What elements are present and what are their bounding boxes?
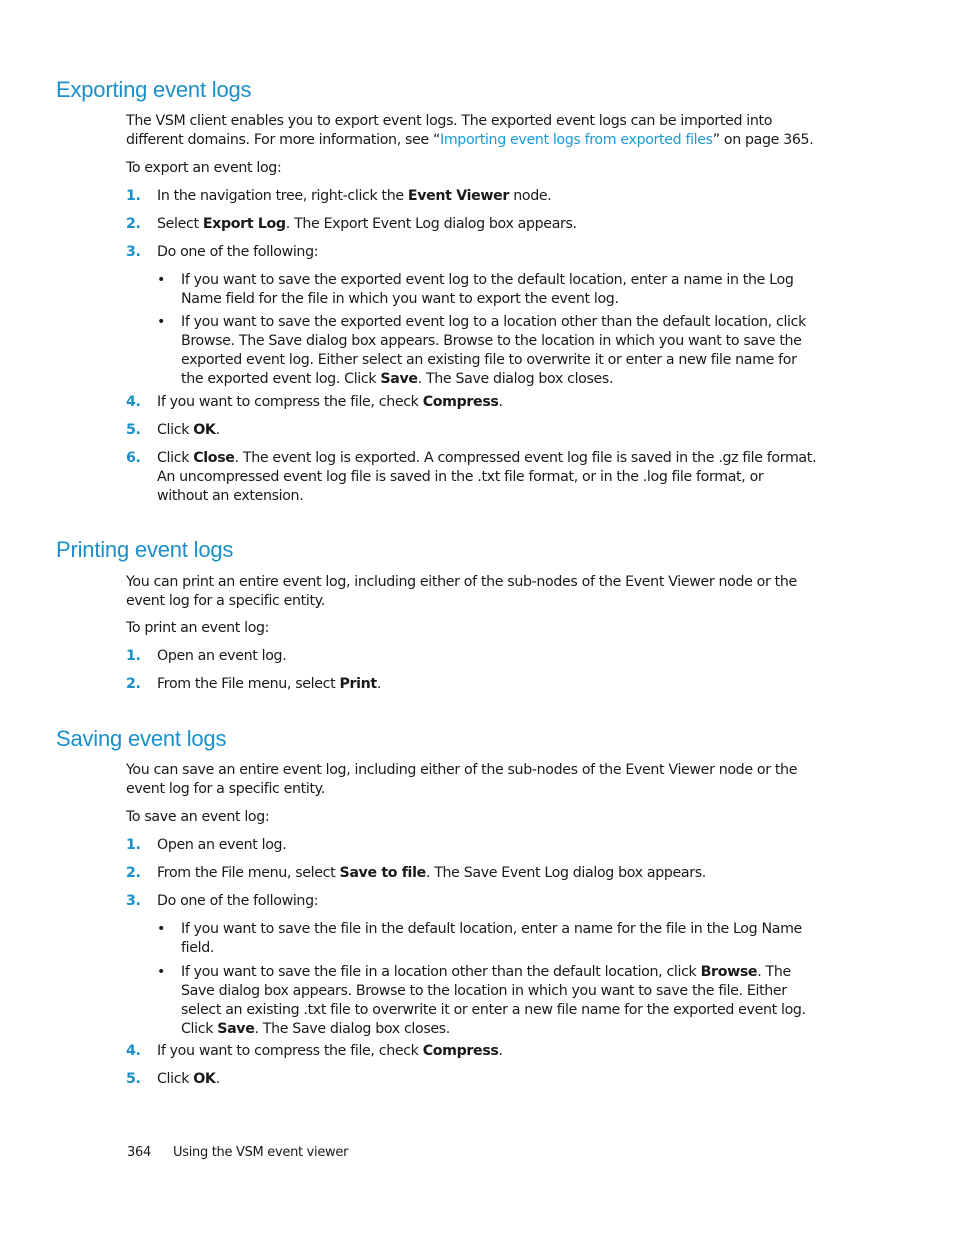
printing-lead: To print an event log:	[126, 620, 270, 636]
step-number: 4.	[126, 1043, 141, 1059]
bullet-icon: •	[157, 272, 166, 288]
step-number: 5.	[126, 1071, 141, 1087]
bullet-icon: •	[157, 921, 166, 937]
step-number: 1.	[126, 837, 141, 853]
step-number: 2.	[126, 216, 141, 232]
step-number: 5.	[126, 422, 141, 438]
exporting-lead: To export an event log:	[126, 160, 282, 176]
page-number: 364	[127, 1145, 151, 1160]
exporting-intro: The VSM client enables you to export eve…	[126, 113, 814, 148]
heading-printing-event-logs: Printing event logs	[56, 537, 234, 562]
heading-saving-event-logs: Saving event logs	[56, 726, 227, 751]
bullet-icon: •	[157, 964, 166, 980]
step-number: 6.	[126, 450, 141, 466]
step-number: 4.	[126, 394, 141, 410]
heading-exporting-event-logs: Exporting event logs	[56, 77, 252, 102]
step-number: 1.	[126, 188, 141, 204]
saving-intro: You can save an entire event log, includ…	[126, 762, 798, 797]
importing-event-logs-link[interactable]: Importing event logs from exported files	[440, 132, 713, 148]
bullet-icon: •	[157, 314, 166, 330]
footer-title: Using the VSM event viewer	[173, 1145, 349, 1160]
step-number: 3.	[126, 244, 141, 260]
step-number: 1.	[126, 648, 141, 664]
step-number: 2.	[126, 676, 141, 692]
document-page: Exporting event logs The VSM client enab…	[56, 77, 817, 1160]
step-number: 3.	[126, 893, 141, 909]
step-number: 2.	[126, 865, 141, 881]
printing-intro: You can print an entire event log, inclu…	[126, 574, 797, 609]
saving-lead: To save an event log:	[126, 809, 270, 825]
